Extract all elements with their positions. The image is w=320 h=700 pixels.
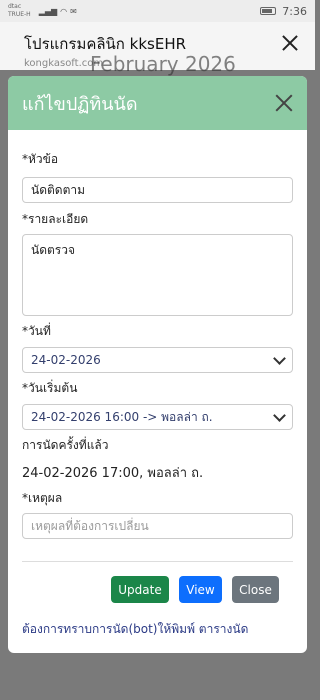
subject-value: นัดติดตาม (31, 182, 86, 197)
previous-appointment-value: 24-02-2026 17:00, พอลล่า ถ. (22, 466, 204, 481)
modal-close-icon[interactable] (275, 94, 293, 112)
subject-input[interactable]: นัดติดตาม (22, 177, 293, 203)
calendar-month-title: February 2026 (90, 52, 236, 76)
date-select[interactable]: 24-02-2026 (22, 347, 293, 373)
bot-help-text: ต้องการทราบการนัด(bot)ให้พิมพ์ ตารางนัด (22, 622, 249, 636)
modal-header: แก้ไขปฏิทินนัด (8, 76, 307, 130)
edit-appointment-modal: แก้ไขปฏิทินนัด *หัวข้อ นัดติดตาม *รายละเ… (8, 76, 307, 653)
view-button[interactable]: View (179, 576, 222, 603)
date-label: *วันที่ (22, 324, 51, 338)
chevron-down-icon (273, 408, 286, 422)
notification-icon: ✉ (70, 6, 77, 16)
chevron-down-icon (273, 351, 286, 365)
start-value: 24-02-2026 16:00 -> พอลล่า ถ. (31, 409, 213, 424)
wifi-icon: ◠ (60, 6, 68, 16)
subject-label: *หัวข้อ (22, 152, 59, 166)
signal-icon: ▂▄▆ (38, 6, 58, 16)
details-label: *รายละเอียด (22, 212, 89, 226)
update-button[interactable]: Update (111, 576, 169, 603)
details-value: นัดตรวจ (31, 243, 76, 257)
modal-divider (22, 561, 293, 562)
carrier-line2: TRUE-H (8, 11, 31, 18)
status-time: 7:36 (282, 4, 307, 18)
date-value: 24-02-2026 (31, 353, 101, 367)
carrier-info: dtac TRUE-H (8, 3, 31, 19)
previous-appointment-label: การนัดครั้งที่แล้ว (22, 438, 109, 452)
status-right: 7:36 (260, 5, 307, 18)
start-label: *วันเริ่มต้น (22, 381, 78, 395)
status-icons: ▂▄▆ ◠ ✉ (39, 7, 77, 16)
reason-label: *เหตุผล (22, 491, 63, 505)
modal-title: แก้ไขปฏิทินนัด (22, 93, 138, 115)
close-icon[interactable] (281, 34, 299, 52)
start-select[interactable]: 24-02-2026 16:00 -> พอลล่า ถ. (22, 404, 293, 430)
close-button[interactable]: Close (232, 576, 279, 603)
details-textarea[interactable]: นัดตรวจ (22, 234, 293, 316)
carrier-line1: dtac (8, 3, 22, 10)
reason-placeholder: เหตุผลที่ต้องการเปลี่ยน (31, 518, 149, 533)
status-bar: dtac TRUE-H ▂▄▆ ◠ ✉ 7:36 (0, 0, 315, 22)
battery-icon (260, 7, 277, 15)
reason-input[interactable]: เหตุผลที่ต้องการเปลี่ยน (22, 513, 293, 539)
